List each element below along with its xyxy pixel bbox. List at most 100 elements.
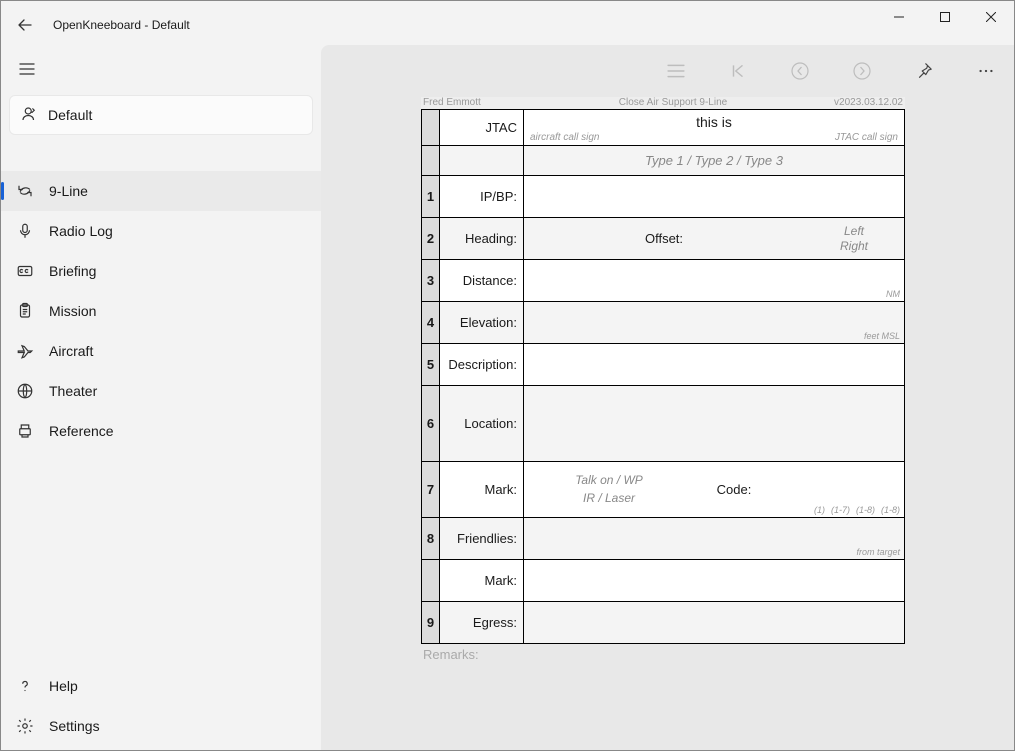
more-button[interactable] — [974, 59, 998, 83]
row-label: Friendlies: — [457, 531, 517, 546]
sidebar-item-label: 9-Line — [49, 183, 88, 199]
sidebar-item-label: Aircraft — [49, 343, 93, 359]
profile-tab-label: Default — [48, 107, 92, 123]
row-label: Mark: — [485, 573, 518, 588]
row-2-heading: 2 Heading: Offset: Left Right — [422, 218, 905, 260]
more-icon — [977, 62, 995, 80]
menu-icon — [667, 62, 685, 80]
profile-tab-default[interactable]: Default — [9, 95, 313, 135]
row-number: 1 — [427, 189, 434, 204]
offset-right: Right — [804, 239, 904, 254]
sidebar-item-aircraft[interactable]: Aircraft — [1, 331, 321, 371]
row-jtac: JTAC this is aircraft call sign JTAC cal… — [422, 110, 905, 146]
remarks-label: Remarks: — [421, 644, 905, 665]
maximize-icon — [940, 12, 950, 22]
nav-list: 9-Line Radio Log Briefing Mission Aircra… — [1, 171, 321, 666]
toolbar — [664, 59, 998, 83]
offset-left: Left — [804, 224, 904, 239]
row-label: Heading: — [465, 231, 517, 246]
pin-button[interactable] — [912, 59, 936, 83]
mark-opt-line1: Talk on / WP — [575, 472, 643, 489]
page-next-button[interactable] — [850, 59, 874, 83]
row-label: Egress: — [473, 615, 517, 630]
doc-title: Close Air Support 9-Line — [543, 97, 803, 108]
globe-icon — [15, 381, 35, 401]
hint-aircraft-callsign: aircraft call sign — [530, 132, 599, 143]
sidebar-item-theater[interactable]: Theater — [1, 371, 321, 411]
sidebar-item-reference[interactable]: Reference — [1, 411, 321, 451]
row-number: 4 — [427, 315, 434, 330]
doc-header: Fred Emmott Close Air Support 9-Line v20… — [421, 97, 905, 109]
close-icon — [986, 12, 996, 22]
sidebar-item-label: Mission — [49, 303, 96, 319]
row-number: 9 — [427, 615, 434, 630]
skip-back-icon — [729, 62, 747, 80]
minimize-button[interactable] — [876, 1, 922, 33]
sidebar-item-label: Help — [49, 678, 78, 694]
row-7-mark: 7 Mark: Talk on / WP IR / Laser Code: — [422, 462, 905, 518]
row-number: 6 — [427, 416, 434, 431]
close-button[interactable] — [968, 1, 1014, 33]
sidebar-item-label: Theater — [49, 383, 97, 399]
chevron-right-circle-icon — [852, 61, 872, 81]
pin-icon — [915, 62, 933, 80]
caption-icon — [15, 261, 35, 281]
back-button[interactable] — [1, 1, 49, 49]
page-first-button[interactable] — [726, 59, 750, 83]
row-number: 3 — [427, 273, 434, 288]
aircraft-icon — [15, 341, 35, 361]
sidebar-item-9line[interactable]: 9-Line — [1, 171, 321, 211]
row-number: 8 — [427, 531, 434, 546]
hint-jtac-callsign: JTAC call sign — [835, 132, 898, 143]
row-type: Type 1 / Type 2 / Type 3 — [422, 146, 905, 176]
row-1-ipbp: 1 IP/BP: — [422, 176, 905, 218]
row-label: Description: — [448, 357, 517, 372]
sidebar-item-label: Reference — [49, 423, 114, 439]
sidebar-item-mission[interactable]: Mission — [1, 291, 321, 331]
jtac-value: this is — [524, 110, 904, 130]
row-label: Mark: — [485, 482, 518, 497]
offset-label: Offset: — [524, 231, 804, 246]
code-label: Code: — [694, 462, 774, 517]
hint-nm: NM — [886, 289, 900, 299]
maximize-button[interactable] — [922, 1, 968, 33]
sidebar-item-help[interactable]: Help — [1, 666, 321, 706]
content-area: Fred Emmott Close Air Support 9-Line v20… — [321, 45, 1014, 750]
sidebar-item-settings[interactable]: Settings — [1, 706, 321, 746]
doc-author: Fred Emmott — [423, 97, 543, 108]
code-hints: (1) (1-7) (1-8) (1-8) — [814, 505, 900, 515]
sidebar-item-radiolog[interactable]: Radio Log — [1, 211, 321, 251]
row-5-description: 5 Description: — [422, 344, 905, 386]
doc-version: v2023.03.12.02 — [803, 97, 903, 108]
row-label: Distance: — [463, 273, 517, 288]
refresh-icon — [15, 181, 35, 201]
row-label: Location: — [464, 416, 517, 431]
row-6-location: 6 Location: — [422, 386, 905, 462]
sidebar-item-briefing[interactable]: Briefing — [1, 251, 321, 291]
microphone-icon — [15, 221, 35, 241]
help-icon — [15, 676, 35, 696]
toolbar-menu-button[interactable] — [664, 59, 688, 83]
hint-fromtarget: from target — [856, 547, 900, 557]
row-number: 7 — [427, 482, 434, 497]
sidebar-item-label: Briefing — [49, 263, 96, 279]
row-3-distance: 3 Distance: NM — [422, 260, 905, 302]
titlebar: OpenKneeboard - Default — [1, 1, 1014, 49]
sidebar-item-label: Settings — [49, 718, 100, 734]
row-number: 5 — [427, 357, 434, 372]
hamburger-button[interactable] — [1, 49, 321, 89]
mark-opt-line2: IR / Laser — [583, 490, 635, 507]
printer-icon — [15, 421, 35, 441]
sidebar: Default 9-Line Radio Log Briefing Missio… — [1, 49, 321, 750]
row-8b-mark: Mark: — [422, 560, 905, 602]
window-title: OpenKneeboard - Default — [53, 18, 190, 32]
hint-feetmsl: feet MSL — [864, 331, 900, 341]
row-label: Elevation: — [460, 315, 517, 330]
kneeboard-page: Fred Emmott Close Air Support 9-Line v20… — [421, 97, 905, 665]
sidebar-item-label: Radio Log — [49, 223, 113, 239]
row-number: 2 — [427, 231, 434, 246]
nine-line-form: JTAC this is aircraft call sign JTAC cal… — [421, 109, 905, 644]
minimize-icon — [894, 12, 904, 22]
page-prev-button[interactable] — [788, 59, 812, 83]
row-4-elevation: 4 Elevation: feet MSL — [422, 302, 905, 344]
